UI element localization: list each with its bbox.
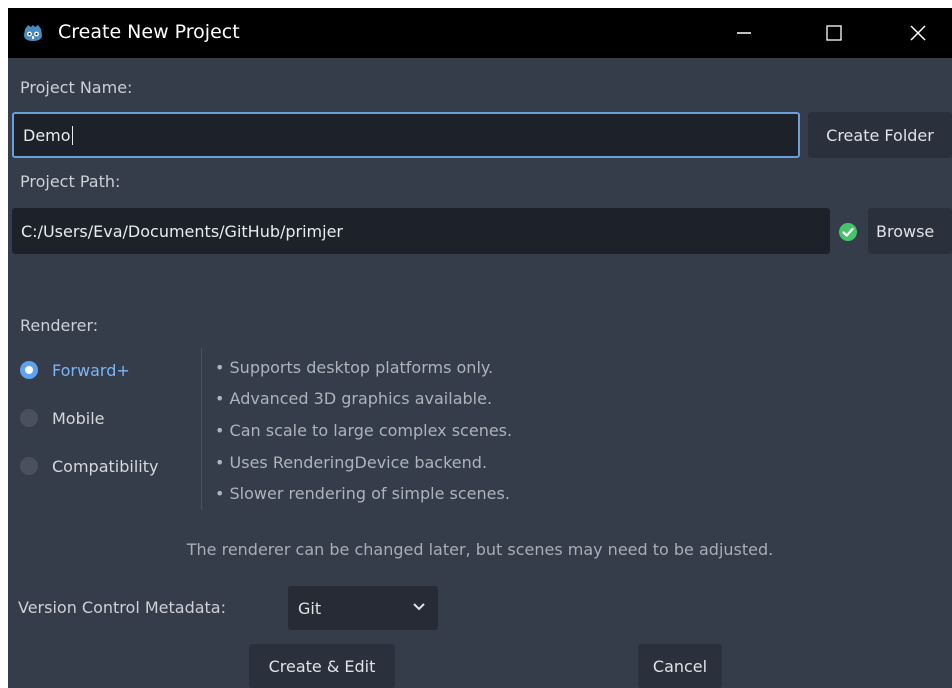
renderer-feature-item: • Supports desktop platforms only.	[215, 358, 494, 377]
project-path-input[interactable]: C:/Users/Eva/Documents/GitHub/primjer	[12, 208, 830, 254]
text-caret	[71, 125, 73, 145]
renderer-option-label: Mobile	[52, 408, 105, 428]
maximize-button[interactable]	[804, 8, 864, 58]
radio-unselected-icon	[20, 457, 38, 475]
cancel-button[interactable]: Cancel	[638, 644, 722, 688]
title-bar[interactable]: Create New Project	[8, 8, 952, 58]
renderer-feature-item: • Can scale to large complex scenes.	[215, 421, 513, 440]
renderer-option-compatibility[interactable]: Compatibility	[20, 451, 158, 481]
close-icon	[910, 25, 926, 41]
radio-selected-icon	[20, 361, 38, 379]
renderer-option-label: Forward+	[52, 360, 130, 380]
browse-button[interactable]: Browse	[868, 208, 952, 254]
minimize-icon	[737, 32, 751, 34]
renderer-option-forward-plus[interactable]: Forward+	[20, 355, 130, 385]
create-folder-button[interactable]: Create Folder	[808, 112, 952, 158]
minimize-button[interactable]	[714, 8, 774, 58]
create-project-dialog: Create New Project Project Name: Demo Cr…	[8, 8, 952, 688]
project-path-value: C:/Users/Eva/Documents/GitHub/primjer	[21, 221, 344, 241]
renderer-divider	[201, 348, 202, 510]
create-and-edit-button[interactable]: Create & Edit	[249, 644, 395, 688]
renderer-feature-item: • Slower rendering of simple scenes.	[215, 484, 510, 503]
project-name-value: Demo	[23, 125, 71, 145]
version-control-select[interactable]: Git	[288, 586, 438, 630]
project-name-label: Project Name:	[20, 78, 133, 97]
godot-logo-icon	[24, 25, 42, 41]
version-control-value: Git	[298, 598, 322, 618]
maximize-icon	[826, 25, 842, 41]
renderer-feature-item: • Uses RenderingDevice backend.	[215, 453, 488, 472]
renderer-note: The renderer can be changed later, but s…	[186, 540, 774, 559]
renderer-option-mobile[interactable]: Mobile	[20, 403, 104, 433]
close-button[interactable]	[888, 8, 948, 58]
project-path-label: Project Path:	[20, 172, 121, 191]
renderer-feature-item: • Advanced 3D graphics available.	[215, 389, 493, 408]
radio-unselected-icon	[20, 409, 38, 427]
chevron-down-icon	[413, 603, 425, 611]
project-name-input[interactable]: Demo	[12, 112, 800, 158]
window-title: Create New Project	[58, 21, 240, 43]
version-control-label: Version Control Metadata:	[18, 598, 226, 617]
renderer-label: Renderer:	[20, 316, 99, 335]
renderer-option-label: Compatibility	[52, 456, 159, 476]
check-circle-icon	[839, 223, 857, 241]
